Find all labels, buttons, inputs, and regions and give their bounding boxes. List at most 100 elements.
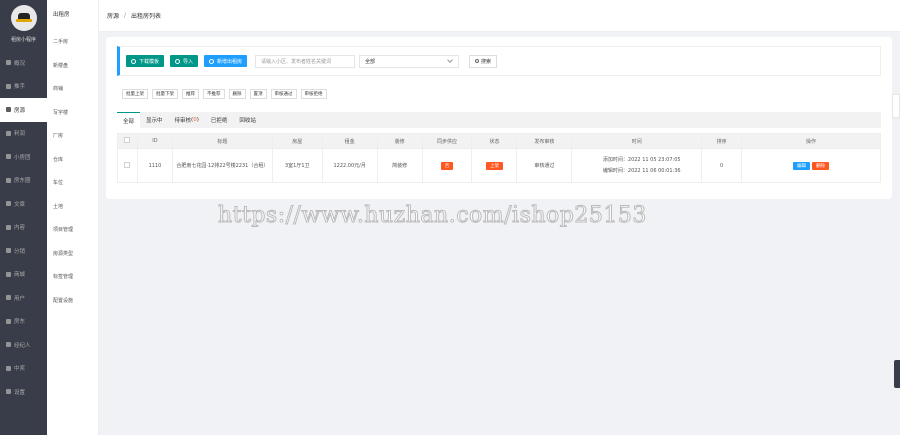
import-button[interactable]: 导入 [170, 55, 199, 67]
batch-action-1[interactable]: 批量下架 [152, 89, 178, 99]
edit-button[interactable]: 编辑 [793, 161, 811, 170]
sidebar-item-2[interactable]: 房源 [0, 98, 47, 122]
sidebar-item-13[interactable]: 中奖 [0, 357, 47, 381]
batch-actions: 批量上架 批量下架 推荐 不推荐 删除 置顶 审核通过 审核拒绝 [122, 89, 331, 99]
sidebar-item-12[interactable]: 经纪人 [0, 333, 47, 357]
batch-action-4[interactable]: 删除 [228, 89, 246, 99]
listing-table: ID 标题 房屋 租金 装修 同步供应 状态 发布审核 时间 排序 操作 1110 合肥南七花园·12… [117, 133, 881, 183]
filter-select-value: 全部 [365, 58, 376, 65]
side-panel-handle[interactable] [892, 94, 900, 118]
agent-icon [6, 342, 11, 348]
sync-badge[interactable]: 否 [440, 161, 454, 170]
column-header-6: 同步供应 [421, 133, 473, 149]
tab-0[interactable]: 全部 [117, 112, 141, 128]
select-all-checkbox[interactable] [124, 137, 131, 143]
landlord-icon [6, 318, 11, 324]
add-rental-button[interactable]: 新增出租房 [204, 55, 248, 67]
batch-action-2[interactable]: 推荐 [182, 89, 199, 99]
shop-icon [6, 271, 11, 277]
tab-3[interactable]: 已拒绝 [205, 112, 234, 128]
subnav-item-3[interactable]: 写字楼 [47, 101, 98, 125]
tab-label: 回收站 [239, 118, 256, 124]
tab-2[interactable]: 待审核(0) [169, 112, 205, 128]
main-sidebar: 租房小程序 概况 推手 房源 利润 小房团 房东圈 文章 内容 分销 商城 用户 房东 经纪人 中奖 设置 [0, 0, 47, 435]
row-checkbox[interactable] [124, 161, 131, 168]
tab-1[interactable]: 显示中 [140, 112, 169, 128]
dashboard-icon [6, 60, 11, 66]
table-row: 1110 合肥南七花园·12排22号楼2231（合租） 3室1厅1卫 1222.00元… [117, 148, 881, 183]
breadcrumb-separator: / [124, 12, 127, 19]
sidebar-item-0[interactable]: 概况 [0, 51, 47, 75]
plus-icon [209, 58, 215, 64]
sidebar-item-9[interactable]: 商城 [0, 263, 47, 287]
content-icon [6, 224, 11, 230]
sidebar-item-label: 分销 [14, 248, 26, 255]
search-placeholder: 请输入小区、发布者姓名关键词 [261, 58, 332, 65]
column-header-1: ID [136, 133, 173, 149]
page-header: 房源 / 出租房列表 [99, 0, 900, 32]
breadcrumb-root[interactable]: 房源 [107, 11, 119, 20]
group-icon [6, 154, 11, 160]
subnav-item-4[interactable]: 厂房 [47, 124, 98, 148]
created-time: 添加时间：2022 11 05 23:07:05 [602, 156, 681, 163]
sidebar-item-label: 中奖 [14, 366, 26, 373]
subnav-item-8[interactable]: 项目管理 [47, 218, 98, 242]
person-icon [6, 295, 11, 301]
subnav-item-0[interactable]: 二手房 [47, 30, 98, 54]
delete-button[interactable]: 删除 [812, 161, 830, 170]
status-badge[interactable]: 上架 [485, 161, 503, 170]
sidebar-item-8[interactable]: 分销 [0, 239, 47, 263]
tab-4[interactable]: 回收站 [233, 112, 262, 128]
sidebar-item-1[interactable]: 推手 [0, 75, 47, 99]
batch-action-5[interactable]: 置顶 [249, 89, 267, 99]
sidebar-item-14[interactable]: 设置 [0, 380, 47, 404]
batch-action-3[interactable]: 不推荐 [203, 89, 225, 99]
tab-label: 待审核 [174, 118, 192, 124]
column-header-0 [117, 133, 138, 149]
edit-label: 编辑 [797, 163, 807, 169]
circle-icon [6, 177, 11, 183]
subnav-item-9[interactable]: 房源类型 [47, 242, 98, 266]
app-logo [10, 5, 37, 31]
subnav-item-2[interactable]: 商铺 [47, 77, 98, 101]
column-header-2: 标题 [171, 133, 273, 149]
row-title[interactable]: 合肥南七花园·12排22号楼2231（合租） [176, 163, 268, 169]
column-header-4: 租金 [321, 133, 378, 149]
subnav-item-10[interactable]: 标签管理 [47, 265, 98, 289]
sidebar-item-label: 用户 [14, 295, 26, 302]
right-edge-tab[interactable] [894, 360, 900, 388]
download-template-button[interactable]: 下载模板 [126, 55, 165, 67]
sidebar-item-7[interactable]: 内容 [0, 216, 47, 240]
subnav-item-6[interactable]: 车位 [47, 171, 98, 195]
breadcrumb-current: 出租房列表 [131, 13, 162, 20]
filter-select[interactable]: 全部 [359, 54, 460, 68]
subnav-item-1[interactable]: 新楼盘 [47, 54, 98, 78]
cart-icon [6, 248, 11, 254]
batch-action-0[interactable]: 批量上架 [122, 89, 148, 99]
batch-action-6[interactable]: 审核通过 [270, 89, 297, 99]
search-icon [475, 59, 480, 63]
row-id: 1110 [148, 162, 162, 169]
sidebar-item-5[interactable]: 房东圈 [0, 169, 47, 193]
subnav-item-11[interactable]: 配置设施 [47, 289, 98, 313]
tab-label: 显示中 [146, 118, 163, 124]
row-sort[interactable]: 0 [720, 163, 723, 169]
subnav-item-5[interactable]: 仓库 [47, 148, 98, 172]
sidebar-item-4[interactable]: 小房团 [0, 145, 47, 169]
sidebar-item-label: 小房团 [14, 154, 31, 161]
row-rent: 1222.00元/月 [333, 163, 366, 169]
search-button[interactable]: 搜索 [469, 54, 498, 68]
sidebar-item-label: 内容 [14, 225, 26, 232]
subnav-item-7[interactable]: 土地 [47, 195, 98, 219]
download-template-label: 下载模板 [139, 58, 160, 65]
sidebar-item-10[interactable]: 用户 [0, 286, 47, 310]
search-input[interactable]: 请输入小区、发布者姓名关键词 [255, 54, 356, 68]
subnav-title[interactable]: 出租房 [47, 0, 98, 30]
sidebar-item-11[interactable]: 房东 [0, 310, 47, 334]
sidebar-item-3[interactable]: 利润 [0, 122, 47, 146]
user-icon [6, 83, 11, 89]
sidebar-item-label: 设置 [14, 389, 26, 396]
batch-action-7[interactable]: 审核拒绝 [300, 89, 327, 99]
updated-time: 编辑时间：2022 11 06 00:01:36 [602, 167, 681, 174]
sidebar-item-6[interactable]: 文章 [0, 192, 47, 216]
